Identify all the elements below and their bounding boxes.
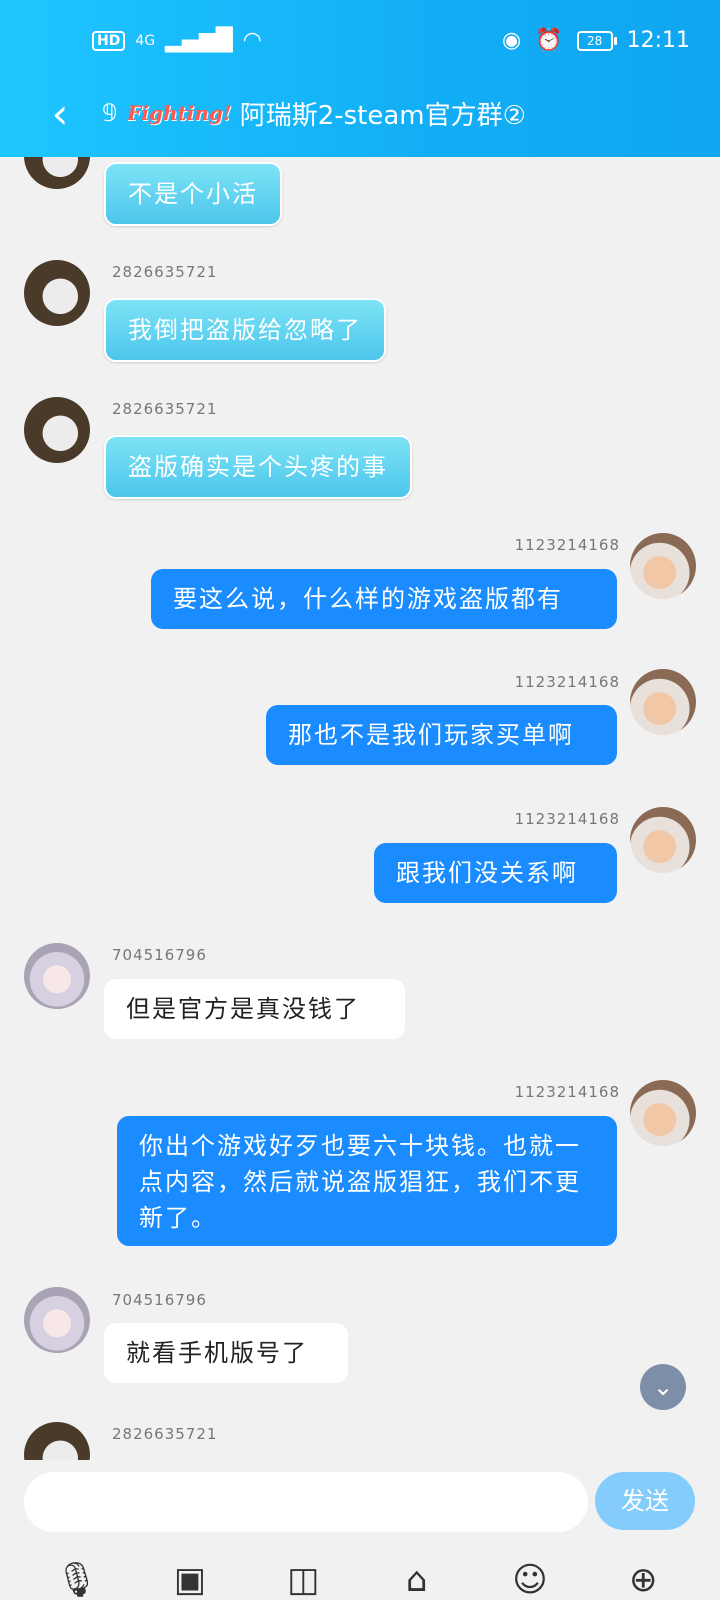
chat-title[interactable]: 阿瑞斯2-steam官方群② (240, 95, 526, 132)
status-bar: HD 4G ▂▄▆█ ◠ ◉ ⏰ 28 12:11 (92, 28, 690, 58)
message-bubble[interactable]: 你出个游戏好歹也要六十块钱。也就一点内容，然后就说盗版猖狂，我们不更新了。 (117, 1116, 617, 1246)
sender-name: 2826635721 (112, 1425, 218, 1443)
avatar[interactable] (630, 807, 696, 873)
group-logo: Fighting! (127, 101, 232, 125)
network-label: 4G (135, 32, 156, 49)
sender-name: 1123214168 (514, 536, 620, 554)
emoji-icon[interactable]: ☺ (506, 1560, 554, 1600)
avatar[interactable] (24, 157, 90, 189)
alarm-icon: ⏰ (535, 28, 563, 53)
message-bubble[interactable]: 我倒把盗版给忽略了 (104, 298, 386, 362)
avatar[interactable] (24, 943, 90, 1009)
avatar[interactable] (630, 1080, 696, 1146)
message-bubble[interactable]: 那也不是我们玩家买单啊 (266, 705, 617, 765)
sender-name: 2826635721 (112, 400, 218, 418)
image-icon[interactable]: ▣ (166, 1560, 214, 1600)
battery-icon: 28 (576, 30, 617, 51)
message-list[interactable]: 不是个小活 2826635721 我倒把盗版给忽略了 2826635721 盗版… (0, 157, 720, 1460)
plus-icon[interactable]: ⊕ (619, 1560, 667, 1600)
message-bubble[interactable]: 要这么说，什么样的游戏盗版都有 (151, 569, 617, 629)
sender-name: 1123214168 (514, 1083, 620, 1101)
avatar[interactable] (24, 1287, 90, 1353)
microphone-icon[interactable]: 🎙 (53, 1560, 101, 1600)
sender-name: 1123214168 (514, 810, 620, 828)
message-bubble[interactable]: 不是个小活 (104, 162, 282, 226)
chat-header: HD 4G ▂▄▆█ ◠ ◉ ⏰ 28 12:11 ‹ 𝟡 Fighting! … (0, 0, 720, 157)
avatar[interactable] (24, 397, 90, 463)
message-bubble[interactable]: 盗版确实是个头疼的事 (104, 435, 412, 499)
message-bubble[interactable]: 跟我们没关系啊 (374, 843, 617, 903)
sender-name: 704516796 (112, 1291, 207, 1309)
input-bar: 发送 🎙 ▣ ◫ ⌂ ☺ ⊕ (0, 1460, 720, 1600)
sender-name: 704516796 (112, 946, 207, 964)
avatar[interactable] (24, 260, 90, 326)
avatar[interactable] (630, 533, 696, 599)
send-button[interactable]: 发送 (595, 1472, 695, 1530)
ear-icon[interactable]: 𝟡 (102, 99, 117, 127)
camera-icon[interactable]: ◫ (279, 1560, 327, 1600)
hd-badge: HD (92, 30, 126, 51)
clock: 12:11 (626, 28, 690, 53)
sender-name: 2826635721 (112, 263, 218, 281)
sender-name: 1123214168 (514, 673, 620, 691)
eye-icon: ◉ (501, 28, 522, 53)
input-toolbar: 🎙 ▣ ◫ ⌂ ☺ ⊕ (0, 1560, 720, 1600)
back-chevron-icon[interactable]: ‹ (30, 89, 90, 138)
message-bubble[interactable]: 但是官方是真没钱了 (104, 979, 405, 1039)
message-bubble[interactable]: 就看手机版号了 (104, 1323, 348, 1383)
avatar[interactable] (24, 1422, 90, 1460)
avatar[interactable] (630, 669, 696, 735)
wifi-icon: ◠ (242, 28, 262, 53)
redpacket-icon[interactable]: ⌂ (393, 1560, 441, 1600)
message-input[interactable] (24, 1472, 588, 1532)
signal-icon: ▂▄▆█ (165, 28, 233, 53)
scroll-to-bottom-chevron-down-icon[interactable]: ⌄ (640, 1364, 686, 1410)
